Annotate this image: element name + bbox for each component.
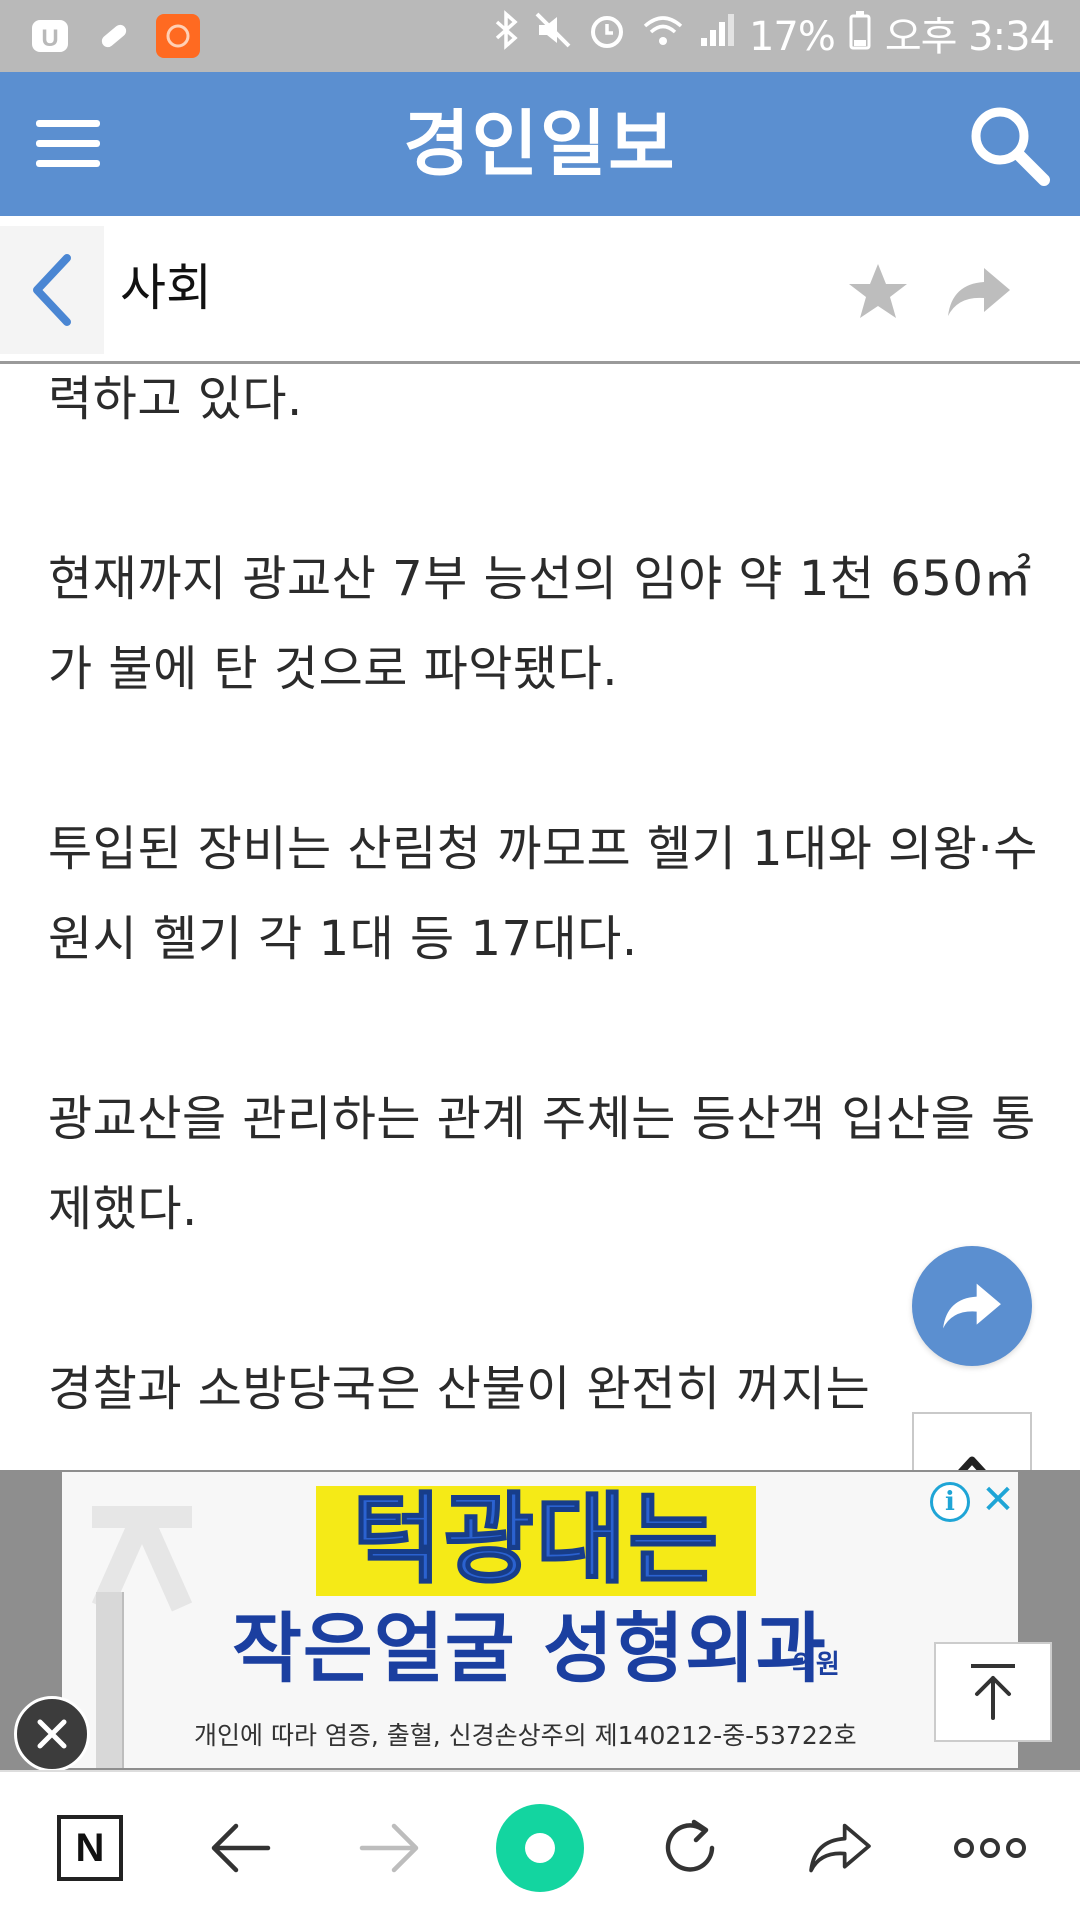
brand-logo[interactable]: 경인일보 xyxy=(0,104,1080,184)
bandage-icon xyxy=(92,14,136,58)
article-paragraph: 경찰과 소방당국은 산불이 완전히 꺼지는 xyxy=(48,1361,871,1417)
article-body: 력하고 있다. 현재까지 광교산 7부 능선의 임야 약 1천 650㎡가 불에… xyxy=(48,364,1038,1484)
article-paragraph: 투입된 장비는 산림청 까모프 헬기 1대와 의왕·수원시 헬기 각 1대 등 … xyxy=(48,821,1038,967)
ad-banner[interactable]: 턱광대는 작은얼굴 성형외과 의원 개인에 따라 염증, 출혈, 신경손상주의 … xyxy=(62,1472,1018,1768)
chevron-left-icon xyxy=(33,254,71,326)
share-arrow-icon xyxy=(943,1283,1001,1329)
wifi-icon xyxy=(641,10,685,63)
ad-fine-print: 개인에 따라 염증, 출혈, 신경손상주의 제140212-중-53722호 xyxy=(194,1721,857,1750)
share-nav-button[interactable] xyxy=(790,1802,890,1894)
refresh-icon xyxy=(665,1819,715,1872)
more-dots-icon xyxy=(954,1838,1026,1858)
floating-share-button[interactable] xyxy=(912,1246,1032,1366)
ad-ruler-art xyxy=(96,1592,124,1768)
search-icon xyxy=(971,107,1050,186)
more-button[interactable] xyxy=(940,1802,1040,1894)
system-indicators: 17% 오후 3:34 xyxy=(493,10,1055,63)
app-header: 경인일보 xyxy=(0,72,1080,216)
close-icon xyxy=(37,1719,67,1749)
clock: 오후 3:34 xyxy=(884,13,1055,60)
alarm-icon xyxy=(587,10,627,63)
browser-bottom-bar: N xyxy=(0,1770,1080,1920)
green-dot-icon xyxy=(496,1804,584,1892)
article-paragraph: 력하고 있다. xyxy=(48,371,303,427)
status-bar: U 17% 오후 3:34 xyxy=(0,0,1080,72)
u-plus-icon: U xyxy=(28,14,72,58)
back-button[interactable] xyxy=(0,226,104,354)
section-bar: 사회 xyxy=(0,216,1080,364)
notification-icons: U xyxy=(28,14,200,58)
mute-icon xyxy=(533,10,573,63)
ad-dismiss-icon[interactable]: ✕ xyxy=(978,1480,1018,1520)
ad-headline: 턱광대는 xyxy=(351,1482,721,1598)
battery-icon xyxy=(849,10,871,63)
search-button[interactable] xyxy=(964,100,1054,190)
scroll-to-top-button[interactable] xyxy=(934,1642,1052,1742)
section-title: 사회 xyxy=(120,259,212,317)
svg-text:U: U xyxy=(41,25,58,52)
battery-percent: 17% xyxy=(748,13,836,60)
share-arrow-icon xyxy=(809,1823,871,1873)
article-paragraph: 광교산을 관리하는 관계 주체는 등산객 입산을 통제했다. xyxy=(48,1091,1036,1237)
ad-close-button[interactable] xyxy=(14,1696,90,1772)
signal-icon xyxy=(699,10,735,63)
forward-nav-button[interactable] xyxy=(340,1802,440,1894)
back-nav-button[interactable] xyxy=(190,1802,290,1894)
arrow-left-icon xyxy=(211,1823,271,1873)
share-arrow-icon xyxy=(948,268,1010,316)
star-icon xyxy=(849,264,907,318)
ad-info-icon[interactable]: i xyxy=(930,1482,970,1522)
ad-subline-suffix: 의원 xyxy=(792,1650,840,1680)
arrow-right-icon xyxy=(359,1823,419,1873)
bluetooth-icon xyxy=(493,10,519,63)
app-orange-icon xyxy=(156,14,200,58)
ad-subline: 작은얼굴 성형외과 xyxy=(232,1604,827,1693)
naver-home-button[interactable]: N xyxy=(40,1802,140,1894)
refresh-button[interactable] xyxy=(640,1802,740,1894)
naver-n-icon: N xyxy=(57,1815,123,1881)
share-button[interactable] xyxy=(944,262,1014,322)
green-dot-button[interactable] xyxy=(490,1802,590,1894)
article-paragraph: 현재까지 광교산 7부 능선의 임야 약 1천 650㎡가 불에 탄 것으로 파… xyxy=(48,551,1032,697)
arrow-to-top-icon xyxy=(971,1664,1015,1720)
bookmark-button[interactable] xyxy=(846,260,910,324)
